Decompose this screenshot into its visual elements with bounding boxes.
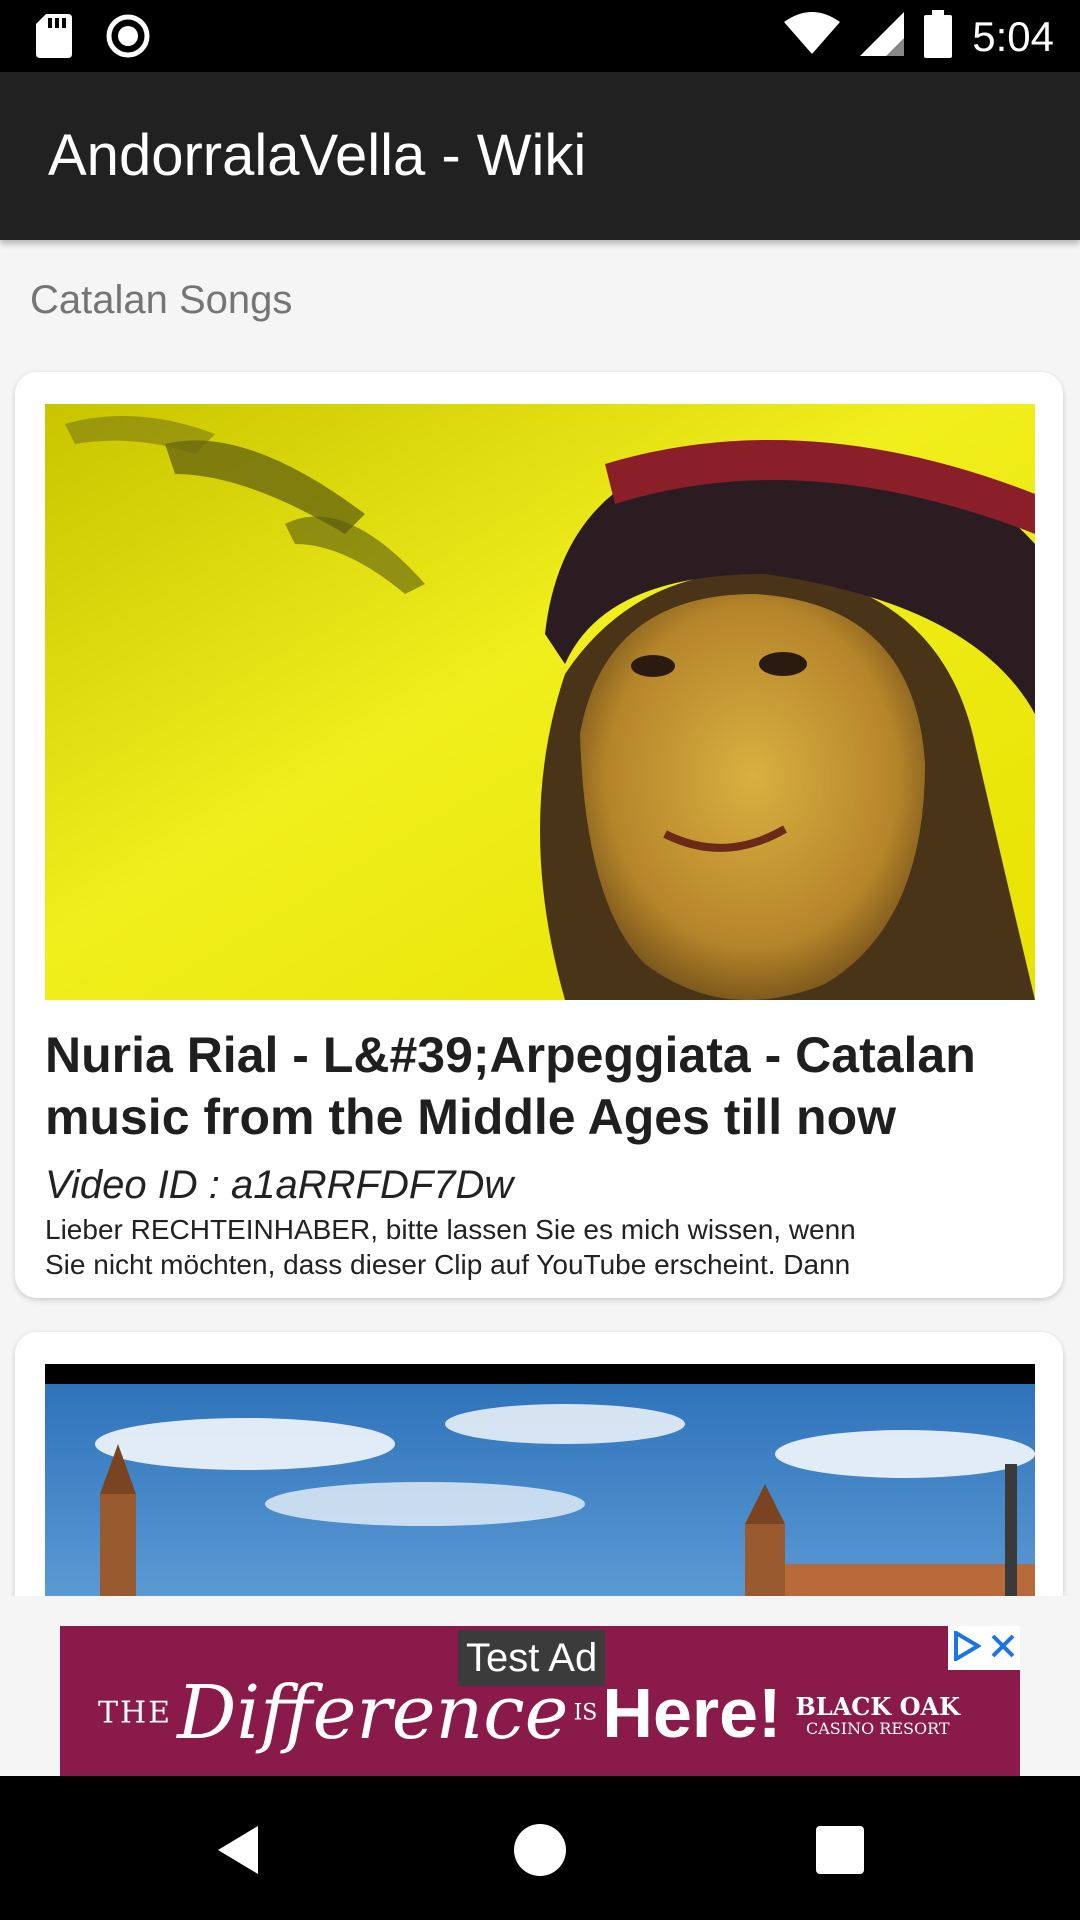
ad-brand: BLACK OAK CASINO RESORT <box>795 1692 960 1740</box>
ad-brand-subtitle: CASINO RESORT <box>805 1719 950 1738</box>
battery-icon <box>924 10 953 63</box>
app-title: AndorralaVella - Wiki <box>48 123 587 188</box>
ad-tagline: THE Difference IS Here! <box>98 1670 781 1756</box>
wifi-icon <box>784 12 841 61</box>
adchoices-icon[interactable] <box>953 1628 982 1666</box>
close-ad-icon[interactable] <box>990 1633 1016 1664</box>
ad-controls <box>948 1626 1020 1670</box>
ad-tagline-here: Here! <box>602 1674 782 1752</box>
signal-icon <box>860 12 905 61</box>
ad-tagline-the: THE <box>98 1695 173 1731</box>
video-card[interactable] <box>15 1332 1063 1632</box>
app-bar: AndorralaVella - Wiki <box>0 72 1080 240</box>
ad-tagline-is: IS <box>573 1700 598 1726</box>
ad-banner[interactable]: THE Difference IS Here! BLACK OAK CASINO… <box>60 1626 1020 1776</box>
ad-area: THE Difference IS Here! BLACK OAK CASINO… <box>0 1596 1080 1776</box>
status-bar: 5:04 <box>0 0 1080 72</box>
back-icon[interactable] <box>210 1820 270 1880</box>
home-icon[interactable] <box>510 1820 570 1880</box>
sd-card-icon <box>36 14 72 63</box>
video-description: Lieber RECHTEINHABER, bitte lassen Sie e… <box>45 1212 1035 1282</box>
status-time: 5:04 <box>972 12 1054 60</box>
section-label: Catalan Songs <box>30 278 293 322</box>
video-id: Video ID : a1aRRFDF7Dw <box>45 1163 514 1207</box>
video-description-line: Sie nicht möchten, dass dieser Clip auf … <box>45 1249 851 1280</box>
ad-brand-name: BLACK OAK <box>795 1692 960 1721</box>
status-bar-right: 5:04 <box>784 10 1054 63</box>
status-bar-left <box>36 14 150 63</box>
video-thumbnail[interactable] <box>45 404 1035 1000</box>
navigation-bar <box>0 1776 1080 1920</box>
video-description-line: Lieber RECHTEINHABER, bitte lassen Sie e… <box>45 1214 856 1245</box>
ad-label: Test Ad <box>458 1630 606 1686</box>
recents-icon[interactable] <box>810 1820 870 1880</box>
video-thumbnail[interactable] <box>45 1364 1035 1632</box>
video-card[interactable]: Nuria Rial - L&#39;Arpeggiata - Catalan … <box>15 372 1063 1298</box>
record-icon <box>106 14 150 63</box>
video-title[interactable]: Nuria Rial - L&#39;Arpeggiata - Catalan … <box>45 1024 1035 1148</box>
